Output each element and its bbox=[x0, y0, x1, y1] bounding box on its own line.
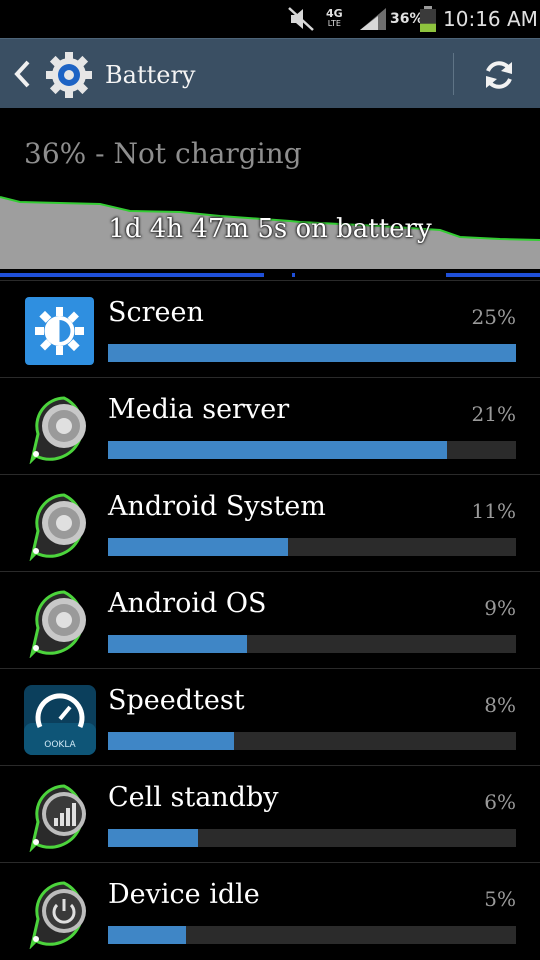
item-percent: 11% bbox=[471, 499, 516, 523]
battery-summary: 36% - Not charging bbox=[0, 108, 540, 194]
clock: 10:16 AM bbox=[443, 7, 538, 31]
item-name: Device idle bbox=[108, 879, 260, 910]
signal-icon bbox=[358, 0, 388, 38]
list-item-cell-standby[interactable]: Cell standby 6% bbox=[0, 765, 540, 862]
item-name: Cell standby bbox=[108, 782, 279, 813]
android-os-icon bbox=[29, 590, 86, 658]
media-server-icon bbox=[29, 396, 86, 464]
charging-status: 36% - Not charging bbox=[24, 137, 302, 170]
status-bar: 4G LTE 36% 10:16 AM bbox=[0, 0, 540, 38]
action-bar: Battery bbox=[0, 38, 540, 108]
usage-bar-fill bbox=[108, 344, 516, 362]
battery-history-graph[interactable]: 1d 4h 47m 5s on battery bbox=[0, 194, 540, 280]
item-percent: 25% bbox=[471, 305, 516, 329]
list-item-device-idle[interactable]: Device idle 5% bbox=[0, 862, 540, 959]
item-name: Media server bbox=[108, 394, 290, 425]
usage-bar-fill bbox=[108, 829, 198, 847]
android-system-icon bbox=[29, 493, 86, 561]
page-title: Battery bbox=[105, 61, 196, 89]
item-percent: 9% bbox=[484, 596, 516, 620]
cell-standby-icon bbox=[29, 784, 86, 852]
refresh-button[interactable] bbox=[462, 39, 540, 109]
item-name: Screen bbox=[108, 297, 204, 328]
usage-bar bbox=[108, 732, 516, 750]
list-item-android-os[interactable]: Android OS 9% bbox=[0, 571, 540, 668]
item-percent: 8% bbox=[484, 693, 516, 717]
settings-gear-icon bbox=[46, 52, 92, 98]
usage-bar bbox=[108, 344, 516, 362]
usage-bar bbox=[108, 926, 516, 944]
back-button[interactable] bbox=[0, 39, 100, 109]
svg-text:OOKLA: OOKLA bbox=[44, 740, 76, 750]
item-name: Android System bbox=[108, 491, 326, 522]
refresh-icon bbox=[486, 61, 512, 89]
time-on-battery: 1d 4h 47m 5s on battery bbox=[108, 214, 432, 244]
screen-brightness-icon bbox=[25, 297, 94, 365]
list-item-speedtest[interactable]: OOKLA Speedtest 8% bbox=[0, 668, 540, 765]
usage-bar bbox=[108, 441, 516, 459]
item-percent: 5% bbox=[484, 887, 516, 911]
item-name: Android OS bbox=[108, 588, 267, 619]
usage-bar-fill bbox=[108, 635, 247, 653]
usage-bar-fill bbox=[108, 441, 447, 459]
4g-lte-icon: 4G LTE bbox=[326, 0, 343, 38]
usage-bar bbox=[108, 538, 516, 556]
usage-bar-fill bbox=[108, 926, 186, 944]
screen-on-bar-2 bbox=[292, 273, 295, 277]
usage-bar-fill bbox=[108, 732, 235, 750]
screen-on-bar-3 bbox=[446, 273, 540, 277]
list-item-media-server[interactable]: Media server 21% bbox=[0, 377, 540, 474]
list-item-android-system[interactable]: Android System 11% bbox=[0, 474, 540, 571]
network-type-label: 4G bbox=[326, 7, 343, 20]
screen-on-bar-1 bbox=[0, 273, 264, 277]
chevron-left-icon bbox=[14, 60, 30, 88]
divider bbox=[453, 53, 454, 95]
list-item-screen[interactable]: Screen 25% bbox=[0, 280, 540, 377]
device-idle-icon bbox=[29, 881, 86, 949]
item-percent: 21% bbox=[471, 402, 516, 426]
mute-icon bbox=[286, 0, 316, 38]
usage-bar bbox=[108, 635, 516, 653]
item-percent: 6% bbox=[484, 790, 516, 814]
usage-bar bbox=[108, 829, 516, 847]
usage-bar-fill bbox=[108, 538, 288, 556]
battery-icon bbox=[419, 0, 437, 38]
network-subtype-label: LTE bbox=[327, 19, 341, 28]
item-name: Speedtest bbox=[108, 685, 245, 716]
speedtest-icon: OOKLA bbox=[24, 685, 96, 755]
